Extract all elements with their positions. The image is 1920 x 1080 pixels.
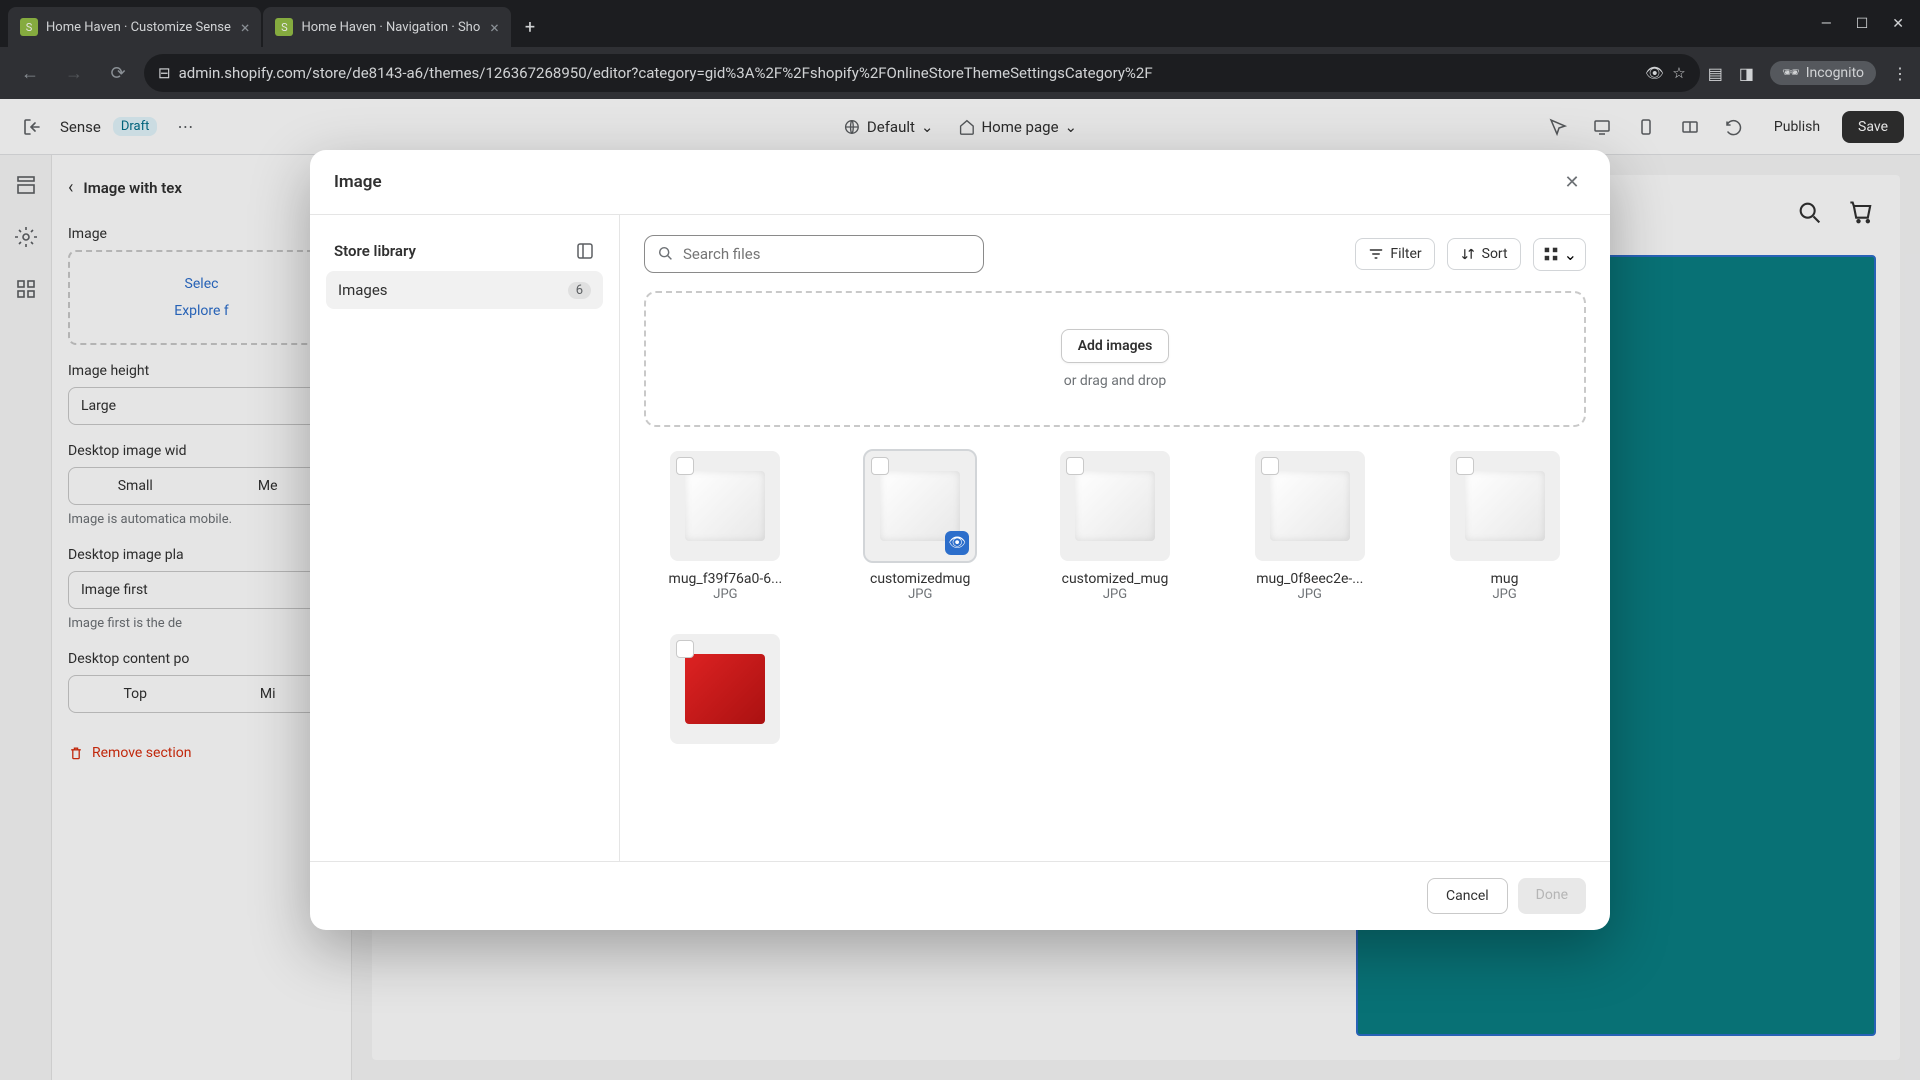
file-item[interactable]: mug_0f8eec2e-... JPG [1228, 451, 1391, 602]
file-name: mug_0f8eec2e-... [1256, 571, 1363, 587]
file-name: customizedmug [870, 571, 970, 587]
upload-dropzone[interactable]: Add images or drag and drop [644, 291, 1586, 427]
file-thumbnail[interactable] [1450, 451, 1560, 561]
file-name: customized_mug [1062, 571, 1169, 587]
store-library-header[interactable]: Store library [326, 231, 603, 271]
file-name: mug [1491, 571, 1519, 587]
add-images-button[interactable]: Add images [1061, 329, 1170, 363]
thumb-image [1465, 471, 1545, 541]
file-thumbnail[interactable] [1255, 451, 1365, 561]
collapse-icon[interactable] [575, 241, 595, 261]
search-input[interactable] [683, 245, 971, 263]
cancel-button[interactable]: Cancel [1427, 878, 1508, 914]
thumb-image [685, 471, 765, 541]
modal-footer: Cancel Done [310, 861, 1610, 930]
file-checkbox[interactable] [676, 457, 694, 475]
file-thumbnail[interactable] [670, 451, 780, 561]
grid-icon [1542, 245, 1560, 263]
file-extension: JPG [713, 587, 737, 602]
images-label: Images [338, 281, 388, 299]
file-item[interactable]: mug_f39f76a0-6... JPG [644, 451, 807, 602]
modal-sidebar: Store library Images 6 [310, 215, 620, 861]
file-thumbnail[interactable] [670, 634, 780, 744]
file-item[interactable]: 👁 customizedmug JPG [839, 451, 1002, 602]
grid-size-toggle[interactable]: ⌄ [1533, 238, 1586, 271]
filter-icon [1368, 246, 1384, 262]
modal-main: Filter Sort ⌄ Add images or drag and dro… [620, 215, 1610, 861]
thumb-image [685, 654, 765, 724]
file-grid: mug_f39f76a0-6... JPG 👁 customizedmug JP… [644, 451, 1586, 754]
sort-button[interactable]: Sort [1447, 238, 1521, 270]
thumb-image [1075, 471, 1155, 541]
modal-overlay: Image ✕ Store library Images 6 [0, 0, 1920, 1080]
file-item[interactable] [644, 634, 807, 754]
sort-label: Sort [1482, 246, 1508, 262]
image-picker-modal: Image ✕ Store library Images 6 [310, 150, 1610, 930]
drag-hint: or drag and drop [682, 373, 1548, 389]
file-extension: JPG [1492, 587, 1516, 602]
file-checkbox[interactable] [1456, 457, 1474, 475]
file-thumbnail[interactable] [1060, 451, 1170, 561]
file-checkbox[interactable] [871, 457, 889, 475]
search-icon [657, 245, 675, 263]
search-input-wrapper[interactable] [644, 235, 984, 273]
file-item[interactable]: mug JPG [1423, 451, 1586, 602]
images-category[interactable]: Images 6 [326, 271, 603, 309]
thumb-image [1270, 471, 1350, 541]
store-library-label: Store library [334, 242, 416, 260]
file-name: mug_f39f76a0-6... [669, 571, 783, 587]
file-item[interactable]: customized_mug JPG [1034, 451, 1197, 602]
filter-button[interactable]: Filter [1355, 238, 1434, 270]
file-extension: JPG [1298, 587, 1322, 602]
preview-icon[interactable]: 👁 [945, 531, 969, 555]
images-count: 6 [568, 282, 591, 299]
file-extension: JPG [908, 587, 932, 602]
file-extension: JPG [1103, 587, 1127, 602]
modal-header: Image ✕ [310, 150, 1610, 215]
file-checkbox[interactable] [1261, 457, 1279, 475]
close-icon[interactable]: ✕ [1558, 168, 1586, 196]
sort-icon [1460, 246, 1476, 262]
file-checkbox[interactable] [676, 640, 694, 658]
modal-title: Image [334, 172, 382, 192]
file-checkbox[interactable] [1066, 457, 1084, 475]
done-button[interactable]: Done [1518, 878, 1586, 914]
filter-label: Filter [1390, 246, 1421, 262]
file-thumbnail[interactable]: 👁 [865, 451, 975, 561]
chevron-down-icon: ⌄ [1564, 245, 1577, 264]
